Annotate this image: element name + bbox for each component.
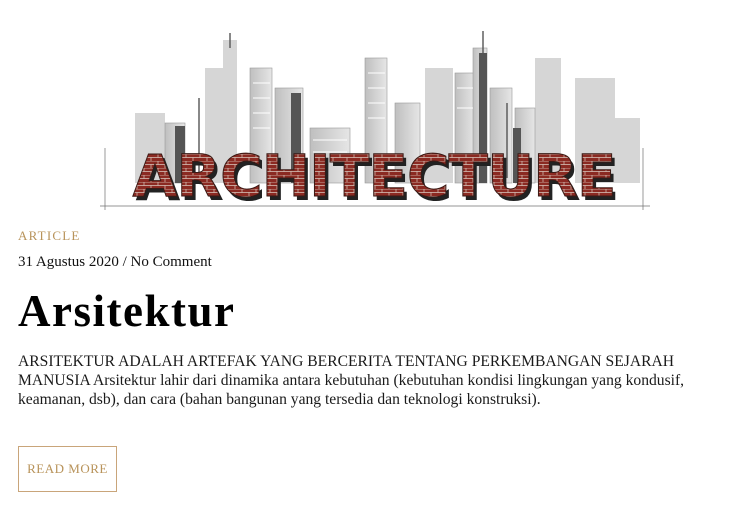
architecture-skyline-image: ARCHITECTURE ARCHITECTURE (100, 31, 650, 214)
logo-text: ARCHITECTURE (133, 142, 616, 210)
post-excerpt: ARSITEKTUR ADALAH ARTEFAK YANG BERCERITA… (18, 353, 685, 408)
featured-image[interactable]: ARCHITECTURE ARCHITECTURE (95, 28, 655, 214)
category-link[interactable]: ARTICLE (18, 228, 81, 244)
post-date: 31 Agustus 2020 (18, 254, 119, 270)
comments-link[interactable]: No Comment (131, 254, 212, 270)
meta-separator: / (118, 254, 131, 270)
post-meta: 31 Agustus 2020 / No Comment (18, 254, 212, 271)
post-title[interactable]: Arsitektur (18, 282, 235, 340)
read-more-button[interactable]: READ MORE (18, 446, 117, 492)
